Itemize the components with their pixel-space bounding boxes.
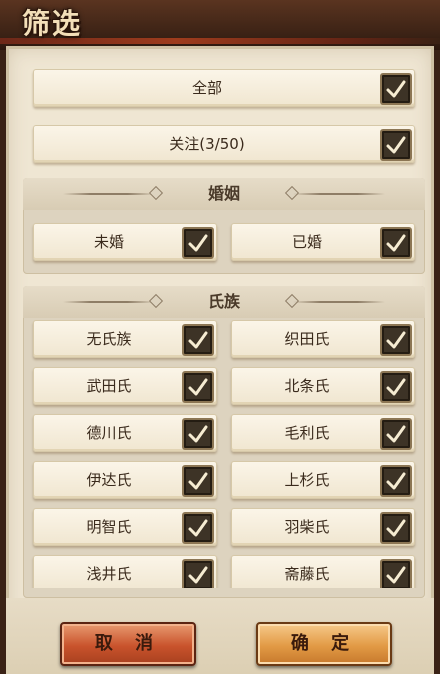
marriage-item-unmarried[interactable]: 未婚	[33, 223, 217, 261]
clan-item-checkbox[interactable]	[182, 512, 214, 544]
clan-item[interactable]: 北条氏	[231, 367, 415, 405]
marriage-item-married[interactable]: 已婚	[231, 223, 415, 261]
clan-item-checkbox[interactable]	[182, 559, 214, 588]
marriage-item-checkbox[interactable]	[182, 227, 214, 259]
checkmark-icon	[386, 519, 406, 537]
marriage-section-header: 婚姻	[23, 178, 425, 210]
clan-item-checkbox[interactable]	[380, 465, 412, 497]
clan-item-checkbox[interactable]	[380, 512, 412, 544]
checkmark-icon	[188, 519, 208, 537]
clan-item-label: 明智氏	[86, 518, 132, 536]
checkmark-icon	[188, 331, 208, 349]
filter-follow-row[interactable]: 关注(3/50)	[33, 125, 415, 163]
clan-item[interactable]: 织田氏	[231, 320, 415, 358]
dialog-title: 筛选	[22, 7, 83, 40]
checkmark-icon	[386, 566, 406, 584]
checkmark-icon	[188, 566, 208, 584]
checkmark-icon	[386, 80, 406, 98]
clan-item[interactable]: 毛利氏	[231, 414, 415, 452]
clan-item[interactable]: 上杉氏	[231, 461, 415, 499]
clan-item-checkbox[interactable]	[380, 371, 412, 403]
checkmark-icon	[188, 378, 208, 396]
checkmark-icon	[386, 472, 406, 490]
filter-follow-label: 关注(3/50)	[169, 135, 245, 153]
checkmark-icon	[386, 331, 406, 349]
divider-line	[293, 301, 385, 303]
marriage-item-checkbox[interactable]	[380, 227, 412, 259]
clan-item[interactable]: 明智氏	[33, 508, 217, 546]
marriage-item-label: 已婚	[291, 233, 322, 251]
clan-item-checkbox[interactable]	[182, 371, 214, 403]
clan-item-label: 斋藤氏	[284, 565, 330, 583]
clan-item-checkbox[interactable]	[182, 324, 214, 356]
checkmark-icon	[188, 234, 208, 252]
clan-item-label: 上杉氏	[284, 471, 330, 489]
top-bar: 筛选	[0, 0, 440, 50]
filter-all-label: 全部	[191, 79, 222, 97]
clan-item-label: 浅井氏	[86, 565, 132, 583]
checkmark-icon	[188, 425, 208, 443]
clan-item-label: 伊达氏	[86, 471, 132, 489]
marriage-item-label: 未婚	[93, 233, 124, 251]
checkmark-icon	[386, 378, 406, 396]
clan-item-label: 无氏族	[86, 330, 132, 348]
filter-all-checkbox[interactable]	[380, 73, 412, 105]
clan-item[interactable]: 斋藤氏	[231, 555, 415, 588]
clan-section-header: 氏族	[23, 286, 425, 318]
clan-item-label: 德川氏	[86, 424, 132, 442]
clan-item-checkbox[interactable]	[380, 418, 412, 450]
checkmark-icon	[188, 472, 208, 490]
clan-item[interactable]: 浅井氏	[33, 555, 217, 588]
divider-line	[293, 193, 385, 195]
clan-item-checkbox[interactable]	[182, 465, 214, 497]
checkmark-icon	[386, 136, 406, 154]
clan-item-checkbox[interactable]	[182, 418, 214, 450]
clan-item-label: 武田氏	[86, 377, 132, 395]
clan-item[interactable]: 武田氏	[33, 367, 217, 405]
clan-item-label: 北条氏	[284, 377, 330, 395]
clan-item[interactable]: 伊达氏	[33, 461, 217, 499]
confirm-button[interactable]: 确 定	[256, 622, 392, 666]
clan-list-scroll[interactable]: 无氏族 织田氏武田氏 北条氏德川氏 毛利氏伊达氏 上杉氏明智氏 羽柴氏浅井氏 斋藤氏	[23, 320, 425, 588]
checkmark-icon	[386, 425, 406, 443]
cancel-button[interactable]: 取 消	[60, 622, 196, 666]
filter-follow-checkbox[interactable]	[380, 129, 412, 161]
clan-item-checkbox[interactable]	[380, 324, 412, 356]
clan-item[interactable]: 德川氏	[33, 414, 217, 452]
clan-item[interactable]: 无氏族	[33, 320, 217, 358]
checkmark-icon	[386, 234, 406, 252]
clan-item-checkbox[interactable]	[380, 559, 412, 588]
clan-item-label: 织田氏	[284, 330, 330, 348]
clan-item[interactable]: 羽柴氏	[231, 508, 415, 546]
clan-item-label: 羽柴氏	[284, 518, 330, 536]
filter-all-row[interactable]: 全部	[33, 69, 415, 107]
clan-item-label: 毛利氏	[284, 424, 330, 442]
